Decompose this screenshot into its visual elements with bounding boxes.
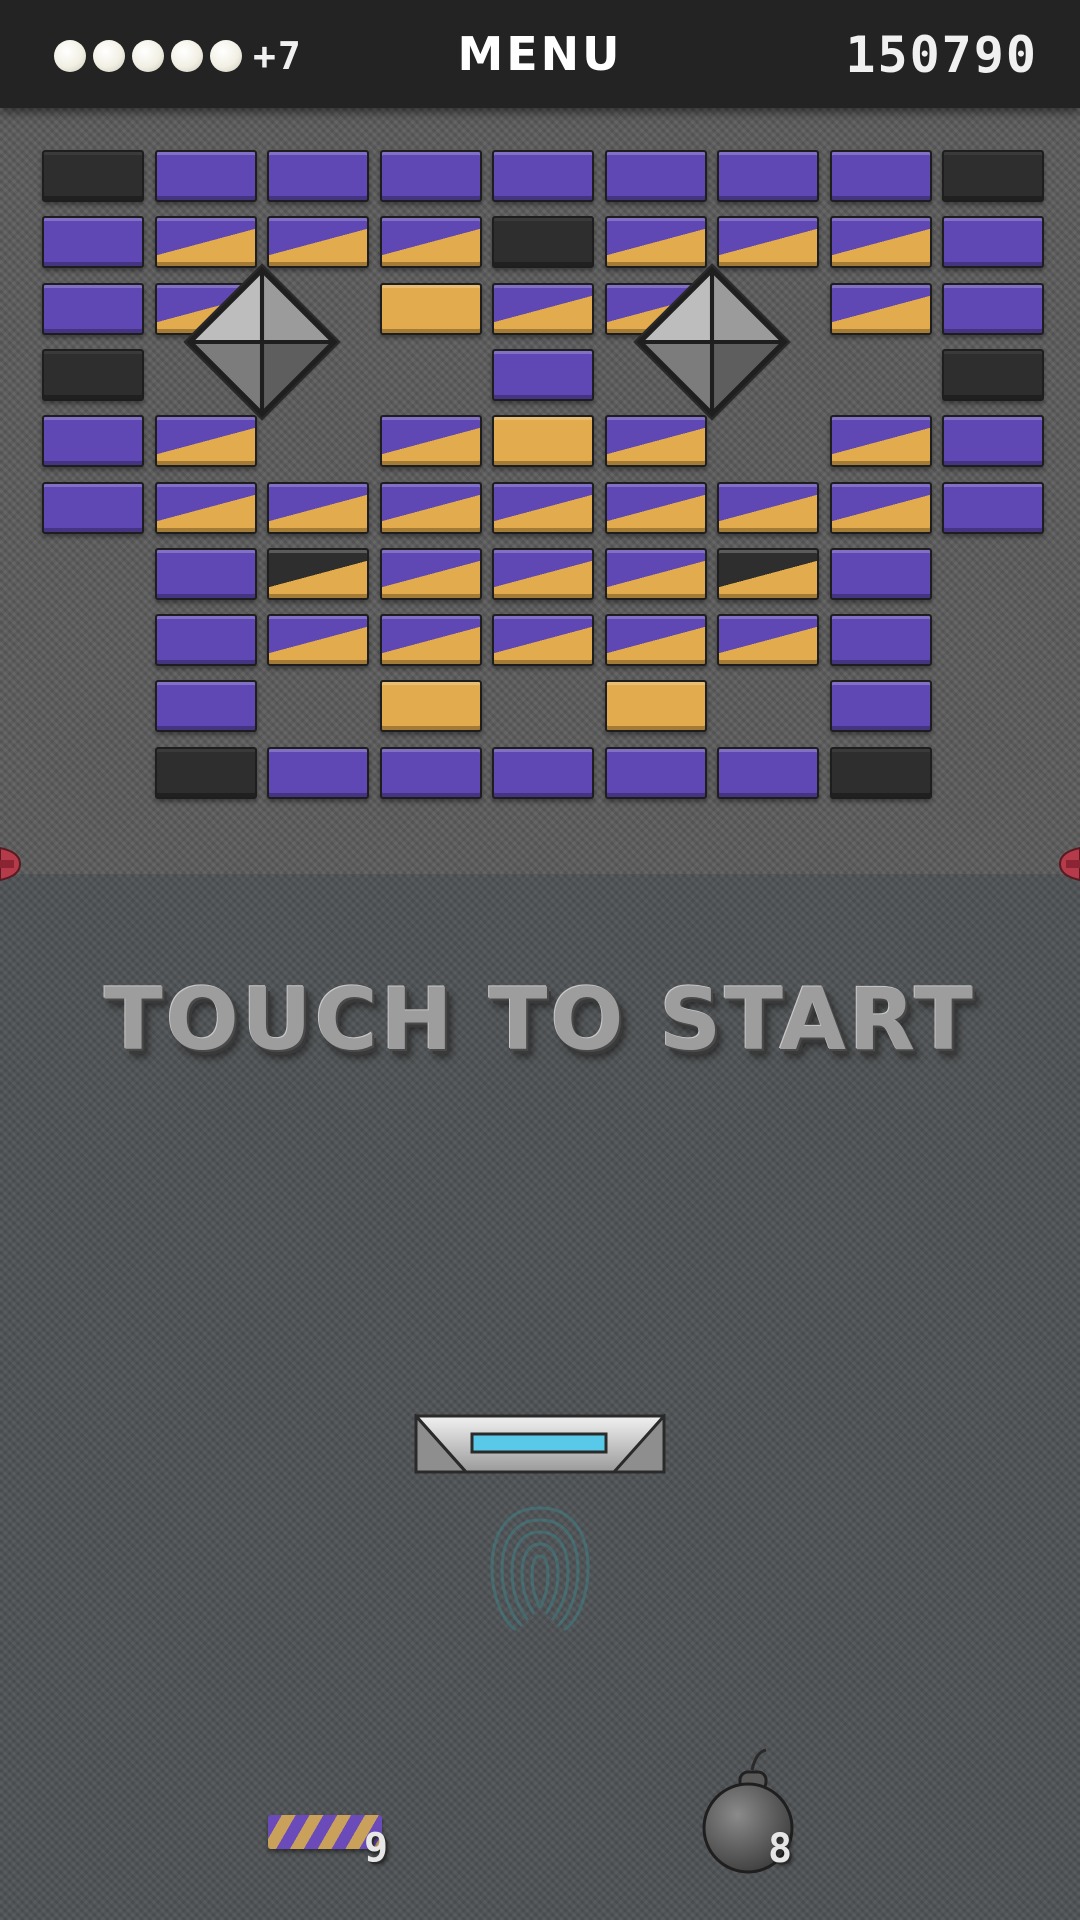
brick-purple-gold	[492, 481, 594, 534]
top-bar: +7 MENU 150790	[0, 0, 1080, 108]
brick-black	[942, 348, 1044, 401]
brick-black	[42, 348, 144, 401]
brick-purple	[267, 150, 369, 202]
brick-purple	[717, 150, 819, 202]
brick-purple	[154, 614, 257, 667]
brick-purple-gold	[604, 614, 707, 667]
lives-extra-count: +7	[253, 34, 303, 78]
fingerprint-icon	[490, 1506, 590, 1632]
brick-purple	[829, 680, 932, 733]
brick-black	[942, 150, 1044, 202]
life-ball-icon	[210, 40, 242, 72]
brick-purple	[717, 746, 819, 799]
brick-black-gold	[717, 547, 819, 600]
brick-purple-gold	[604, 547, 707, 600]
laser-powerup-count: 9	[364, 1825, 389, 1871]
paddle[interactable]	[414, 1414, 666, 1476]
brick-purple-gold	[492, 547, 594, 600]
brick-purple	[42, 415, 144, 468]
life-ball-icon	[54, 40, 86, 72]
brick-gold	[379, 282, 482, 335]
brick-purple	[42, 282, 144, 335]
lives-balls	[54, 40, 249, 72]
life-ball-icon	[132, 40, 164, 72]
brick-black	[829, 746, 932, 799]
brick-area	[0, 108, 1080, 874]
brick-gold	[379, 680, 482, 733]
lives-indicator: +7	[54, 34, 303, 78]
brick-purple-gold	[829, 282, 932, 335]
life-ball-icon	[93, 40, 125, 72]
right-wall-bumper	[1058, 846, 1080, 882]
brick-purple-gold	[379, 415, 482, 468]
menu-button[interactable]: MENU	[440, 22, 640, 86]
brick-purple	[829, 614, 932, 667]
brick-purple-gold	[379, 216, 482, 269]
brick-purple	[829, 547, 932, 600]
bomb-powerup-count: 8	[768, 1826, 793, 1872]
brick-purple	[267, 746, 369, 799]
brick-gold	[604, 680, 707, 733]
brick-purple	[42, 481, 144, 534]
brick-purple	[829, 150, 932, 202]
brick-purple	[604, 150, 707, 202]
brick-purple	[942, 282, 1044, 335]
score-counter: 150790	[845, 26, 1038, 84]
bomb-powerup-button[interactable]: 8	[696, 1746, 806, 1876]
brick-purple-gold	[154, 481, 257, 534]
brick-black	[492, 216, 594, 269]
brick-purple-gold	[492, 614, 594, 667]
brick-purple	[942, 216, 1044, 269]
brick-purple-gold	[717, 481, 819, 534]
brick-purple	[379, 746, 482, 799]
brick-black	[42, 150, 144, 202]
left-wall-bumper	[0, 846, 22, 882]
brick-gold	[492, 415, 594, 468]
life-ball-icon	[171, 40, 203, 72]
brick-purple-gold	[379, 614, 482, 667]
brick-purple	[942, 481, 1044, 534]
brick-purple-gold	[829, 415, 932, 468]
brick-purple-gold	[379, 547, 482, 600]
brick-black	[154, 746, 257, 799]
brick-purple	[942, 415, 1044, 468]
brick-purple-gold	[829, 481, 932, 534]
brick-purple-gold	[492, 282, 594, 335]
brick-purple	[154, 680, 257, 733]
brick-purple	[492, 746, 594, 799]
brick-purple	[42, 216, 144, 269]
brick-purple-gold	[379, 481, 482, 534]
touch-to-start-message[interactable]: TOUCH TO START	[0, 970, 1080, 1070]
brick-purple-gold	[717, 614, 819, 667]
brick-purple-gold	[267, 481, 369, 534]
brick-purple	[492, 348, 594, 401]
brick-purple-gold	[267, 614, 369, 667]
brick-purple-gold	[604, 481, 707, 534]
brick-purple	[379, 150, 482, 202]
brick-purple	[154, 150, 257, 202]
brick-purple	[492, 150, 594, 202]
brick-purple-gold	[829, 216, 932, 269]
steel-stud-block	[183, 263, 341, 421]
brick-purple	[604, 746, 707, 799]
brick-purple	[154, 547, 257, 600]
laser-powerup-button[interactable]: 9	[268, 1815, 388, 1871]
brick-black-gold	[267, 547, 369, 600]
steel-stud-block	[633, 263, 791, 421]
